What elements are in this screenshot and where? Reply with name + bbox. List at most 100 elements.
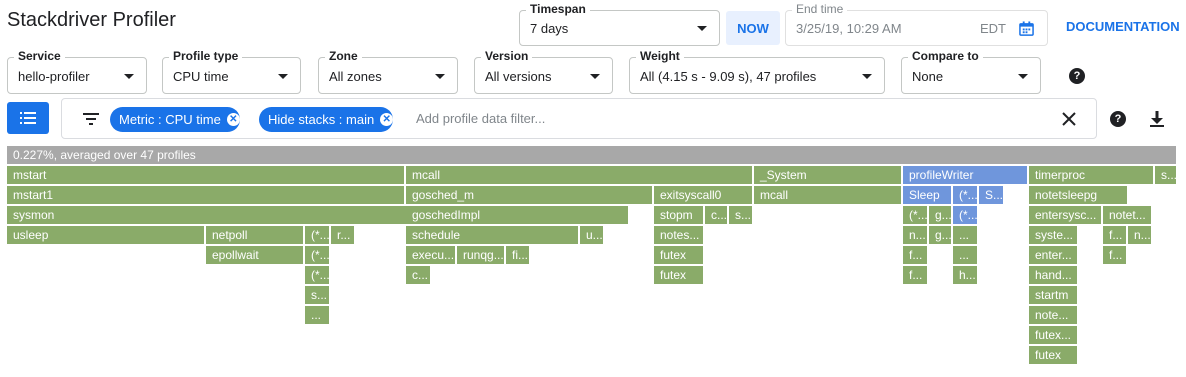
caret-down-icon (124, 74, 134, 79)
flame-frame[interactable]: (*... (305, 226, 329, 244)
caret-down-icon (278, 74, 288, 79)
filter-chip-hide-stacks[interactable]: Hide stacks : main ✕ (259, 107, 394, 132)
list-view-button[interactable] (7, 102, 49, 134)
calendar-icon[interactable] (1019, 21, 1034, 41)
now-button[interactable]: NOW (726, 11, 780, 45)
profile-data-filter-input[interactable] (416, 111, 1016, 126)
flame-frame[interactable]: futex (654, 266, 703, 284)
chip-remove-icon[interactable]: ✕ (226, 113, 240, 126)
flame-frame[interactable]: n... (1128, 226, 1151, 244)
flame-frame[interactable]: mcall (754, 186, 901, 204)
end-time-field[interactable]: End time 3/25/19, 10:29 AM EDT (785, 2, 1048, 46)
flame-frame[interactable]: epollwait (206, 246, 303, 264)
flame-frame[interactable]: g... (929, 226, 951, 244)
service-select[interactable]: Service hello-profiler (7, 49, 147, 94)
flame-frame[interactable]: s... (305, 286, 329, 304)
flame-frame[interactable]: notes... (654, 226, 703, 244)
flame-frame[interactable]: Sleep (903, 186, 951, 204)
timespan-select[interactable]: Timespan 7 days (519, 2, 720, 46)
flame-frame[interactable]: usleep (7, 226, 204, 244)
flame-frame[interactable]: r... (331, 226, 354, 244)
version-label: Version (481, 49, 533, 64)
flame-frame[interactable]: notetsleepg (1029, 186, 1127, 204)
list-icon (20, 112, 36, 124)
flame-frame[interactable]: f... (903, 266, 927, 284)
flame-frame[interactable]: ... (305, 306, 329, 324)
end-time-label: End time (792, 2, 848, 17)
flame-frame[interactable]: (*... (953, 206, 977, 224)
flame-frame[interactable]: c... (705, 206, 727, 224)
flame-frame[interactable]: h... (953, 266, 977, 284)
flame-frame[interactable]: n... (903, 226, 927, 244)
flame-frame[interactable]: c... (406, 266, 430, 284)
weight-select[interactable]: Weight All (4.15 s - 9.09 s), 47 profile… (629, 49, 885, 94)
close-icon[interactable] (1062, 112, 1076, 131)
chip-remove-icon[interactable]: ✕ (380, 113, 394, 126)
flame-frame[interactable]: futex (1029, 346, 1077, 364)
flame-frame[interactable]: goschedImpl (406, 206, 628, 224)
flame-frame[interactable]: f... (903, 246, 927, 264)
app-title: Stackdriver Profiler (7, 9, 176, 31)
weight-label: Weight (636, 49, 684, 64)
flame-frame[interactable]: f... (1103, 226, 1126, 244)
flame-root-frame[interactable]: 0.227%, averaged over 47 profiles (7, 146, 1176, 164)
flame-frame[interactable]: mstart1 (7, 186, 404, 204)
flame-frame[interactable]: mcall (406, 166, 752, 184)
flame-frame[interactable]: (*... (953, 186, 977, 204)
flame-frame[interactable]: notet... (1103, 206, 1151, 224)
flame-frame[interactable]: note... (1029, 306, 1077, 324)
filter-icon[interactable] (83, 112, 99, 130)
caret-down-icon (697, 26, 707, 31)
flame-frame[interactable]: syste... (1029, 226, 1077, 244)
flame-frame[interactable]: u... (580, 226, 603, 244)
flame-frame[interactable]: fi... (506, 246, 529, 264)
zone-label: Zone (325, 49, 362, 64)
flame-frame[interactable]: g... (929, 206, 951, 224)
flame-frame[interactable]: netpoll (206, 226, 303, 244)
version-value: All versions (485, 69, 552, 84)
filter-chip-label: Metric : CPU time (119, 112, 221, 127)
flame-frame[interactable]: futex... (1029, 326, 1077, 344)
flame-frame[interactable]: (*... (305, 266, 329, 284)
flame-frame[interactable]: hand... (1029, 266, 1077, 284)
profile-type-select[interactable]: Profile type CPU time (162, 49, 301, 94)
documentation-link[interactable]: DOCUMENTATION (1066, 19, 1180, 34)
compare-to-select[interactable]: Compare to None (901, 49, 1041, 94)
filter-chip-label: Hide stacks : main (268, 112, 375, 127)
compare-to-label: Compare to (908, 49, 983, 64)
compare-to-value: None (912, 69, 944, 84)
flame-frame[interactable]: timerproc (1029, 166, 1153, 184)
help-icon[interactable]: ? (1110, 111, 1126, 127)
flame-frame[interactable]: ... (953, 226, 977, 244)
service-value: hello-profiler (18, 69, 90, 84)
flame-frame[interactable]: s... (729, 206, 752, 224)
filter-chip-metric[interactable]: Metric : CPU time ✕ (110, 107, 240, 132)
flame-frame[interactable]: S... (979, 186, 1003, 204)
help-icon[interactable]: ? (1069, 68, 1085, 84)
profile-data-filter-bar[interactable]: Metric : CPU time ✕ Hide stacks : main ✕ (61, 98, 1097, 139)
flame-frame[interactable]: s... (1155, 166, 1176, 184)
flame-frame[interactable]: profileWriter (903, 166, 1027, 184)
flame-frame[interactable]: f... (1103, 246, 1126, 264)
flame-frame[interactable]: enter... (1029, 246, 1077, 264)
flame-frame[interactable]: futex (654, 246, 703, 264)
flame-frame[interactable]: runqg... (457, 246, 504, 264)
version-select[interactable]: Version All versions (474, 49, 613, 94)
download-icon[interactable] (1150, 111, 1164, 132)
flame-frame[interactable]: stopm (654, 206, 703, 224)
flame-frame[interactable]: schedule (406, 226, 578, 244)
timespan-label: Timespan (526, 2, 590, 17)
flame-frame[interactable]: mstart (7, 166, 404, 184)
flame-frame[interactable]: execu... (406, 246, 455, 264)
flame-frame[interactable]: _System (754, 166, 901, 184)
flame-frame[interactable]: ... (953, 246, 977, 264)
flame-frame[interactable]: gosched_m (406, 186, 652, 204)
flame-frame[interactable]: (*... (305, 246, 329, 264)
flame-frame[interactable]: (*... (903, 206, 927, 224)
service-label: Service (14, 49, 65, 64)
flame-frame[interactable]: entersysc... (1029, 206, 1101, 224)
zone-select[interactable]: Zone All zones (318, 49, 458, 94)
caret-down-icon (1018, 74, 1028, 79)
flame-frame[interactable]: exitsyscall0 (654, 186, 752, 204)
flame-frame[interactable]: startm (1029, 286, 1077, 304)
